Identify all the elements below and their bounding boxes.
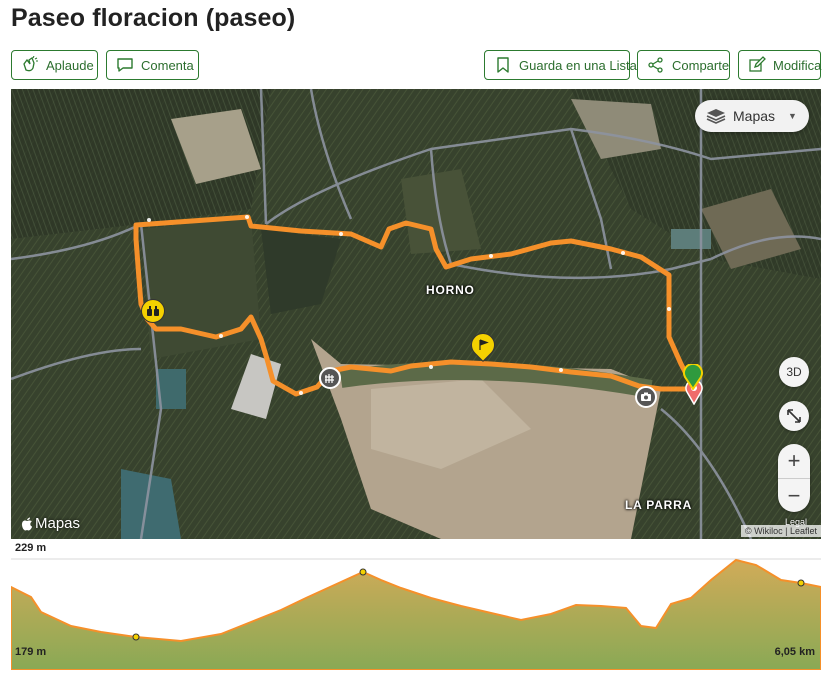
- edit-icon: [749, 56, 766, 72]
- distance-label: 6,05 km: [774, 646, 815, 658]
- map-provider-label: Mapas: [35, 515, 81, 532]
- route-map[interactable]: Mapas ▼ 3D + − HORNO LA PARRA Mapas Lega…: [11, 89, 821, 539]
- layers-icon: [706, 109, 726, 124]
- satellite-imagery: [11, 89, 821, 539]
- waypoint-marker: [797, 579, 805, 587]
- comparte-label: Comparte: [672, 57, 730, 73]
- waypoint-marker: [132, 633, 140, 641]
- share-icon: [648, 57, 663, 73]
- clap-icon: [23, 56, 38, 72]
- page-title: Paseo floracion (paseo): [11, 4, 296, 32]
- camera-icon[interactable]: [635, 386, 657, 408]
- start-pin-icon[interactable]: [682, 362, 704, 391]
- fence-icon[interactable]: [319, 367, 341, 389]
- waypoint-marker: [359, 568, 367, 576]
- bookmark-icon: [497, 57, 509, 73]
- map-layer-select[interactable]: Mapas ▼: [695, 100, 809, 132]
- guarda-label: Guarda en una Lista: [519, 57, 637, 73]
- modifica-label: Modifica: [773, 57, 822, 73]
- 3d-label: 3D: [786, 365, 802, 379]
- modifica-button[interactable]: Modifica: [738, 50, 821, 80]
- comment-icon: [117, 58, 133, 72]
- binoculars-icon[interactable]: [141, 299, 165, 323]
- fullscreen-button[interactable]: [779, 401, 809, 431]
- 3d-button[interactable]: 3D: [779, 357, 809, 387]
- guarda-lista-button[interactable]: Guarda en una Lista: [484, 50, 637, 80]
- elevation-profile[interactable]: 229 m 179 m 6,05 km: [10, 540, 822, 671]
- zoom-control: + −: [778, 444, 810, 512]
- elevation-min-label: 179 m: [15, 646, 47, 658]
- comenta-label: Comenta: [141, 57, 194, 73]
- comenta-button[interactable]: Comenta: [106, 50, 199, 80]
- apple-icon: [22, 517, 32, 530]
- elevation-max-label: 229 m: [15, 542, 47, 554]
- elevation-chart: [10, 558, 822, 671]
- place-label-horno: HORNO: [426, 283, 475, 297]
- comparte-button[interactable]: Comparte: [637, 50, 730, 80]
- elevation-area: [10, 558, 822, 671]
- zoom-in-button[interactable]: +: [778, 444, 810, 478]
- map-provider-logo: Mapas: [21, 515, 80, 532]
- aplaude-label: Aplaude: [46, 57, 94, 73]
- place-label-la-parra: LA PARRA: [625, 498, 693, 512]
- zoom-out-button[interactable]: −: [778, 478, 810, 512]
- map-layer-label: Mapas: [733, 108, 776, 124]
- aplaude-button[interactable]: Aplaude: [11, 50, 98, 80]
- chevron-down-icon: ▼: [788, 111, 797, 121]
- expand-icon: [787, 409, 801, 423]
- map-attribution[interactable]: © Wikiloc | Leaflet: [741, 525, 821, 537]
